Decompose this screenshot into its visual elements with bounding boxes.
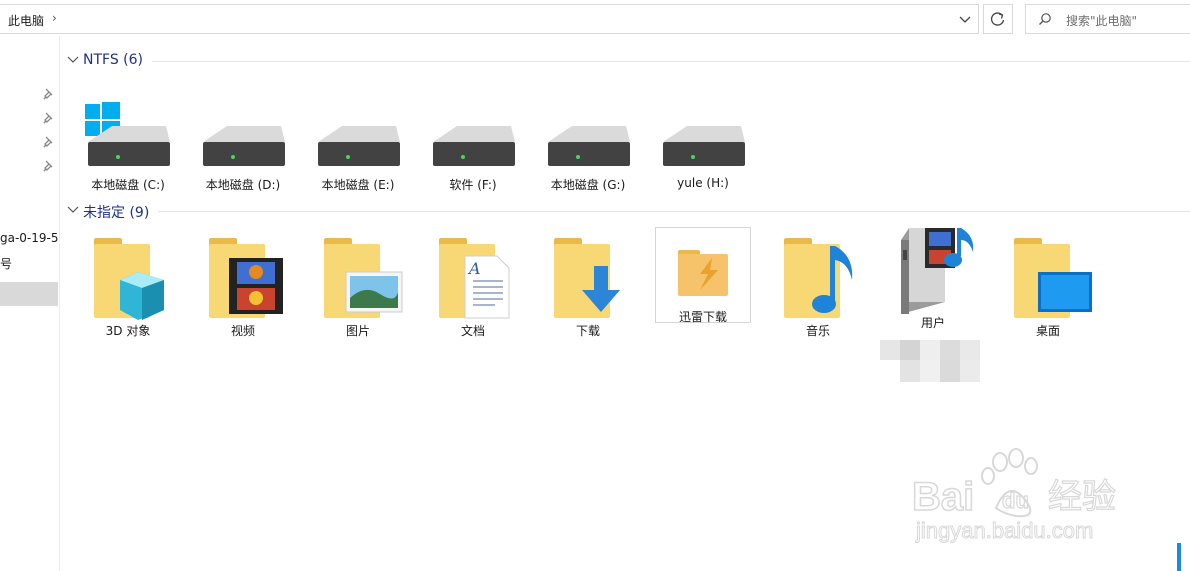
refresh-icon — [990, 12, 1005, 26]
vertical-scrollbar[interactable] — [1177, 543, 1181, 571]
group-title: NTFS (6) — [83, 52, 143, 68]
nav-item-selected[interactable] — [0, 282, 58, 306]
folder-label: 下载 — [575, 324, 600, 338]
desktop-folder-icon — [1014, 238, 1092, 318]
group-title: 未指定 (9) — [83, 205, 150, 221]
folder-label: 视频 — [230, 324, 255, 338]
breadcrumb-this-pc[interactable]: 此电脑 — [8, 12, 44, 29]
search-icon — [1039, 13, 1051, 25]
folder-documents[interactable]: A 文档 — [425, 232, 521, 339]
search-input[interactable]: 搜索"此电脑" — [1066, 12, 1137, 29]
svg-text:A: A — [467, 259, 481, 278]
folder-label: 3D 对象 — [105, 324, 151, 338]
hard-drive-icon — [433, 126, 515, 166]
folder-label: 音乐 — [805, 324, 830, 338]
folder-label: 文档 — [460, 324, 485, 338]
drive-g[interactable]: 本地磁盘 (G:) — [540, 100, 636, 193]
folder-music[interactable]: 音乐 — [770, 232, 866, 339]
videos-folder-icon — [209, 238, 283, 318]
group-divider — [152, 61, 1190, 62]
drive-label: yule (H:) — [677, 176, 729, 190]
address-bar[interactable]: 此电脑 › — [0, 4, 979, 34]
folder-label: 图片 — [345, 324, 370, 338]
drive-label: 本地磁盘 (D:) — [205, 178, 281, 192]
windows-drive-icon — [85, 102, 170, 166]
drive-h[interactable]: yule (H:) — [655, 100, 751, 190]
pin-icon[interactable] — [43, 136, 55, 148]
nav-item-partial-2[interactable]: 号 — [0, 255, 12, 272]
baidu-watermark: Bai du 经验 jingyan.baidu.com — [911, 446, 1132, 546]
navigation-pane: ga-0-19-5 号 — [0, 36, 60, 571]
breadcrumb-chevron-icon[interactable]: › — [52, 11, 57, 25]
baidu-paw-logo: Bai du 经验 jingyan.baidu.com — [911, 448, 1117, 544]
group-divider — [158, 211, 1190, 212]
drive-f[interactable]: 软件 (F:) — [425, 100, 521, 193]
nav-item-partial[interactable]: ga-0-19-5 — [0, 231, 59, 245]
pin-icon[interactable] — [43, 160, 55, 172]
watermark-brand-2: du — [1002, 488, 1029, 513]
chevron-down-icon — [67, 206, 79, 213]
thunder-folder-icon — [678, 250, 728, 296]
address-dropdown-button[interactable] — [952, 5, 978, 33]
folder-videos[interactable]: 视频 — [195, 232, 291, 339]
pin-icon[interactable] — [43, 112, 55, 124]
watermark-brand: Bai — [912, 475, 974, 519]
group-header-unassigned[interactable]: 未指定 (9) — [62, 200, 1190, 222]
documents-folder-icon: A — [439, 238, 510, 319]
hard-drive-icon — [203, 126, 285, 166]
hard-drive-icon — [318, 126, 400, 166]
folder-label: 迅雷下载 — [678, 310, 727, 324]
hard-drive-icon — [663, 126, 745, 166]
drive-label: 本地磁盘 (E:) — [321, 178, 395, 192]
media-server-icon — [901, 228, 974, 314]
watermark-url: jingyan.baidu.com — [915, 518, 1093, 543]
search-box[interactable]: 搜索"此电脑" — [1025, 4, 1190, 34]
chevron-down-icon — [959, 16, 971, 23]
3d-objects-folder-icon — [94, 238, 164, 320]
downloads-folder-icon — [554, 238, 620, 318]
pin-icon[interactable] — [43, 88, 55, 100]
group-header-ntfs[interactable]: NTFS (6) — [62, 50, 1190, 72]
hard-drive-icon — [548, 126, 630, 166]
folder-downloads[interactable]: 下载 — [540, 232, 636, 339]
mosaic-blur-overlay — [880, 340, 980, 382]
folder-3d-objects[interactable]: 3D 对象 — [80, 232, 176, 339]
refresh-button[interactable] — [983, 4, 1013, 34]
folder-desktop[interactable]: 桌面 — [1000, 232, 1096, 339]
drive-label: 本地磁盘 (G:) — [550, 178, 626, 192]
drive-label: 本地磁盘 (C:) — [91, 178, 165, 192]
folder-label: 用户 — [920, 316, 945, 330]
pictures-folder-icon — [324, 238, 403, 318]
folder-thunder-downloads[interactable]: 迅雷下载 — [655, 227, 751, 324]
music-folder-icon — [784, 238, 853, 318]
chevron-down-icon — [67, 56, 79, 63]
folder-users[interactable]: 用户 — [885, 222, 981, 331]
drive-c[interactable]: 本地磁盘 (C:) — [80, 100, 176, 193]
drive-d[interactable]: 本地磁盘 (D:) — [195, 100, 291, 193]
drive-e[interactable]: 本地磁盘 (E:) — [310, 100, 406, 193]
folder-label: 桌面 — [1035, 324, 1060, 338]
drive-label: 软件 (F:) — [449, 178, 497, 192]
watermark-brand-cn: 经验 — [1048, 477, 1116, 517]
folder-pictures[interactable]: 图片 — [310, 232, 406, 339]
